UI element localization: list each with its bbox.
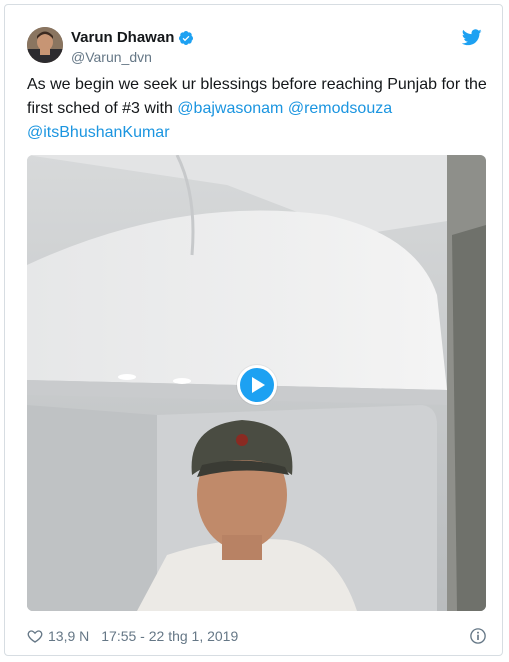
like-count[interactable]: 13,9 N [48, 628, 89, 644]
tweet-timestamp[interactable]: 17:55 - 22 thg 1, 2019 [101, 628, 238, 644]
play-button[interactable] [237, 365, 277, 405]
tweet-text: As we begin we seek ur blessings before … [27, 73, 487, 145]
mention-link[interactable]: @itsBhushanKumar [27, 124, 170, 141]
verified-badge-icon [179, 30, 194, 45]
mention-link[interactable]: @bajwasonam [177, 100, 283, 117]
video-media[interactable] [27, 155, 486, 611]
twitter-bird-icon[interactable] [462, 29, 482, 46]
avatar[interactable] [27, 27, 63, 63]
tweet-footer: 13,9 N 17:55 - 22 thg 1, 2019 [27, 625, 487, 647]
play-icon [240, 368, 274, 402]
author-handle[interactable]: @Varun_dvn [71, 49, 152, 65]
mention-link[interactable]: @remodsouza [288, 100, 392, 117]
heart-icon[interactable] [27, 628, 43, 644]
author-display-name[interactable]: Varun Dhawan [71, 29, 174, 46]
tweet-card: Varun Dhawan @Varun_dvn As we begin we s… [4, 4, 503, 656]
author-name-row[interactable]: Varun Dhawan [71, 29, 194, 46]
info-icon[interactable] [469, 627, 487, 645]
